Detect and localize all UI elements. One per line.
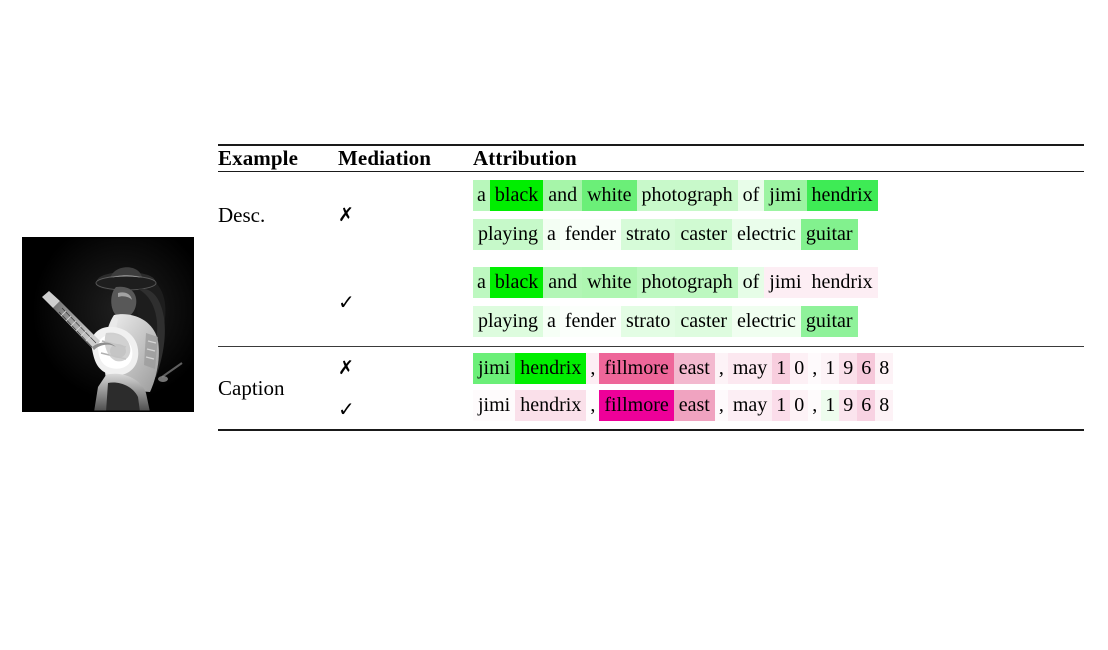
attribution-token: , (808, 390, 822, 421)
attribution-token: , (714, 390, 728, 421)
token-line: jimi hendrix, fillmore east, may 1 0, 1 9 6 8 (473, 390, 1084, 429)
column-header-attribution: Attribution (473, 146, 577, 170)
example-image-thumbnail (22, 237, 194, 412)
attribution-token: 6 (857, 390, 876, 421)
example-cell-caption: Caption (218, 347, 338, 429)
attribution-token: fender (559, 306, 621, 337)
table-row: Desc. ✗ a black and white photograph of jimi he… (218, 172, 1084, 227)
column-header-mediation: Mediation (338, 146, 432, 170)
attribution-token: east (673, 353, 715, 384)
token-line: jimi hendrix, fillmore east, may 1 0, 1 9 6 8 (473, 347, 1084, 390)
attribution-token: , (808, 353, 822, 384)
attribution-token: 0 (790, 353, 809, 384)
attribution-token: white (582, 267, 637, 298)
attribution-token: jimi (764, 267, 807, 298)
attribution-cell-caption-off: jimi hendrix, fillmore east, may 1 0, 1 9 6 8 (473, 347, 1084, 390)
attribution-token: a (543, 306, 560, 337)
check-icon: ✓ (338, 289, 355, 314)
attribution-token: may (727, 353, 773, 384)
attribution-token: photograph (636, 180, 738, 211)
attribution-cell-desc-off-line2: playing a fender strato caster electric guitar (473, 219, 1084, 259)
attribution-token: , (586, 353, 600, 384)
attribution-token: may (727, 390, 773, 421)
attribution-token: a (473, 180, 490, 211)
example-label: Desc. (218, 203, 266, 227)
attribution-token: 0 (790, 390, 809, 421)
attribution-token: caster (675, 219, 733, 250)
attribution-token: 8 (875, 353, 894, 384)
token-line: playing a fender strato caster electric guitar (473, 219, 1084, 259)
token-line: a black and white photograph of jimi hendrix (473, 172, 1084, 219)
attribution-table: Example Mediation Attribution Desc. ✗ ab… (218, 144, 1084, 431)
hendrix-photo (22, 237, 194, 412)
attribution-token: a (543, 219, 560, 250)
table-row: ✓ jimi hendrix, fillmore east, may 1 0, 1 9 6 8 (218, 390, 1084, 429)
attribution-token: 1 (772, 390, 791, 421)
table-row: Caption ✗ jimi hendrix, fillmore east, may 1 0… (218, 347, 1084, 400)
attribution-token: fillmore (599, 353, 674, 384)
attribution-token: of (737, 180, 765, 211)
attribution-token: a (473, 267, 490, 298)
attribution-token: white (582, 180, 637, 211)
attribution-token: 6 (857, 353, 876, 384)
attribution-token: jimi (473, 353, 516, 384)
attribution-token: playing (473, 219, 543, 250)
token-line: a black and white photograph of jimi hendrix (473, 259, 1084, 306)
attribution-token: 9 (839, 353, 858, 384)
attribution-cell-desc-on-line2: playing a fender strato caster electric guitar (473, 306, 1084, 346)
attribution-token: 1 (821, 390, 840, 421)
token-line: playing a fender strato caster electric guitar (473, 306, 1084, 346)
attribution-token: jimi (473, 390, 516, 421)
attribution-token: fender (559, 219, 621, 250)
attribution-token: and (543, 267, 583, 298)
mediation-cell-caption-off: ✗ (338, 347, 473, 390)
attribution-token: black (489, 180, 544, 211)
mediation-cell-desc-on: ✓ (338, 259, 473, 346)
attribution-token: fillmore (599, 390, 674, 421)
attribution-token: caster (675, 306, 733, 337)
attribution-token: electric (732, 306, 801, 337)
table-bottom-rule (218, 429, 1084, 431)
column-header-example: Example (218, 146, 299, 170)
table-row: ✓ a black and white photograph of jimi hendrix (218, 259, 1084, 312)
attribution-token: guitar (800, 306, 858, 337)
attribution-token: jimi (764, 180, 807, 211)
attribution-token: guitar (800, 219, 858, 250)
attribution-token: hendrix (806, 180, 878, 211)
attribution-token: hendrix (515, 390, 587, 421)
attribution-token: 9 (839, 390, 858, 421)
example-label: Caption (218, 375, 285, 400)
example-cell-desc-blank (218, 259, 338, 346)
attribution-token: electric (732, 219, 801, 250)
table-body-caption: Caption ✗ jimi hendrix, fillmore east, may 1 0… (218, 347, 1084, 429)
attribution-token: 1 (772, 353, 791, 384)
cross-icon: ✗ (338, 356, 354, 379)
cross-icon: ✗ (338, 203, 354, 226)
check-icon: ✓ (338, 396, 355, 421)
attribution-token: strato (620, 306, 676, 337)
attribution-cell-caption-on: jimi hendrix, fillmore east, may 1 0, 1 9 6 8 (473, 390, 1084, 429)
mediation-cell-desc-off: ✗ (338, 172, 473, 259)
attribution-token: and (543, 180, 583, 211)
attribution-token: playing (473, 306, 543, 337)
attribution-token: east (673, 390, 715, 421)
attribution-cell-desc-on-line1: a black and white photograph of jimi hendrix (473, 259, 1084, 306)
mediation-cell-caption-on: ✓ (338, 390, 473, 429)
attribution-token: photograph (636, 267, 738, 298)
attribution-token: , (714, 353, 728, 384)
attribution-token: , (586, 390, 600, 421)
attribution-cell-desc-off-line1: a black and white photograph of jimi hendrix (473, 172, 1084, 219)
table-body-desc: Desc. ✗ a black and white photograph of jimi he… (218, 172, 1084, 346)
attribution-token: 8 (875, 390, 894, 421)
attribution-token: strato (620, 219, 676, 250)
attribution-token: black (489, 267, 544, 298)
attribution-token: hendrix (515, 353, 587, 384)
example-cell-desc: Desc. (218, 172, 338, 259)
attribution-token: 1 (821, 353, 840, 384)
table-header-row: Example Mediation Attribution (218, 146, 1084, 171)
attribution-token: hendrix (806, 267, 878, 298)
attribution-token: of (737, 267, 765, 298)
